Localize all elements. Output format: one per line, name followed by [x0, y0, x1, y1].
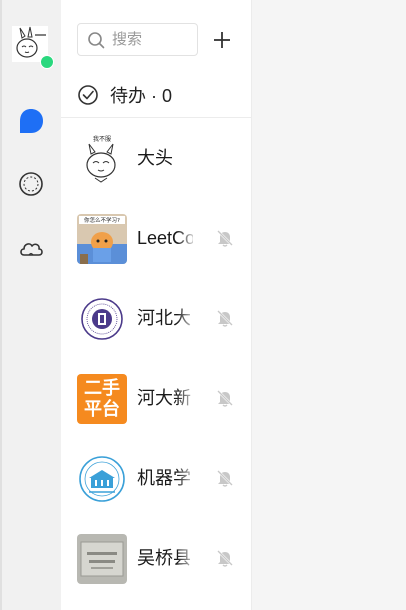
second-hand-platform-avatar: 二手平台 [77, 374, 127, 424]
chat-item[interactable]: 二手平台 河大新 [61, 358, 251, 438]
rabbit-meme-avatar: 我不服 [77, 134, 127, 184]
search-box[interactable] [77, 23, 198, 56]
avatar-caption: 你怎么不学习? [84, 216, 120, 224]
plaque-photo-avatar [77, 534, 127, 584]
name-fade [177, 544, 197, 572]
empty-conversation-pane [252, 0, 406, 610]
mute-bell-icon [217, 310, 233, 327]
smiley-icon[interactable] [17, 170, 45, 198]
building-emblem-avatar [77, 454, 127, 504]
chat-item[interactable]: 吴桥县 [61, 518, 251, 598]
search-icon [88, 32, 105, 49]
mute-bell-icon [217, 230, 233, 247]
name-fade [177, 304, 197, 332]
avatar-text: 二手平台 [84, 378, 120, 419]
todo-label: 待办 · 0 [110, 86, 173, 106]
mute-bell-icon [217, 390, 233, 407]
chat-bubble-icon[interactable] [17, 107, 45, 135]
chat-name: 大头 [137, 148, 173, 168]
mute-bell-icon [217, 470, 233, 487]
avatar-caption: 我不服 [93, 135, 111, 143]
chat-item[interactable]: 河北大 [61, 278, 251, 358]
name-fade [177, 224, 197, 252]
search-input[interactable] [112, 29, 192, 50]
mute-bell-icon [217, 550, 233, 567]
add-button[interactable] [211, 29, 233, 51]
university-seal-avatar [77, 294, 127, 344]
name-fade [177, 384, 197, 412]
rail-edge [0, 0, 2, 610]
todo-entry[interactable]: 待办 · 0 [77, 82, 172, 108]
chat-list-panel: 待办 · 0 我不服 大头 你怎么不学习? LeetCo [61, 0, 252, 610]
cat-photo-avatar: 你怎么不学习? [77, 214, 127, 264]
cloud-icon[interactable] [17, 235, 45, 263]
chat-item[interactable]: 你怎么不学习? LeetCo [61, 198, 251, 278]
chat-item[interactable]: 我不服 大头 [61, 118, 251, 198]
online-status-dot [40, 55, 54, 69]
check-circle-icon [78, 85, 98, 105]
name-fade [177, 464, 197, 492]
left-rail [0, 0, 62, 610]
chat-item[interactable]: 机器学 [61, 438, 251, 518]
